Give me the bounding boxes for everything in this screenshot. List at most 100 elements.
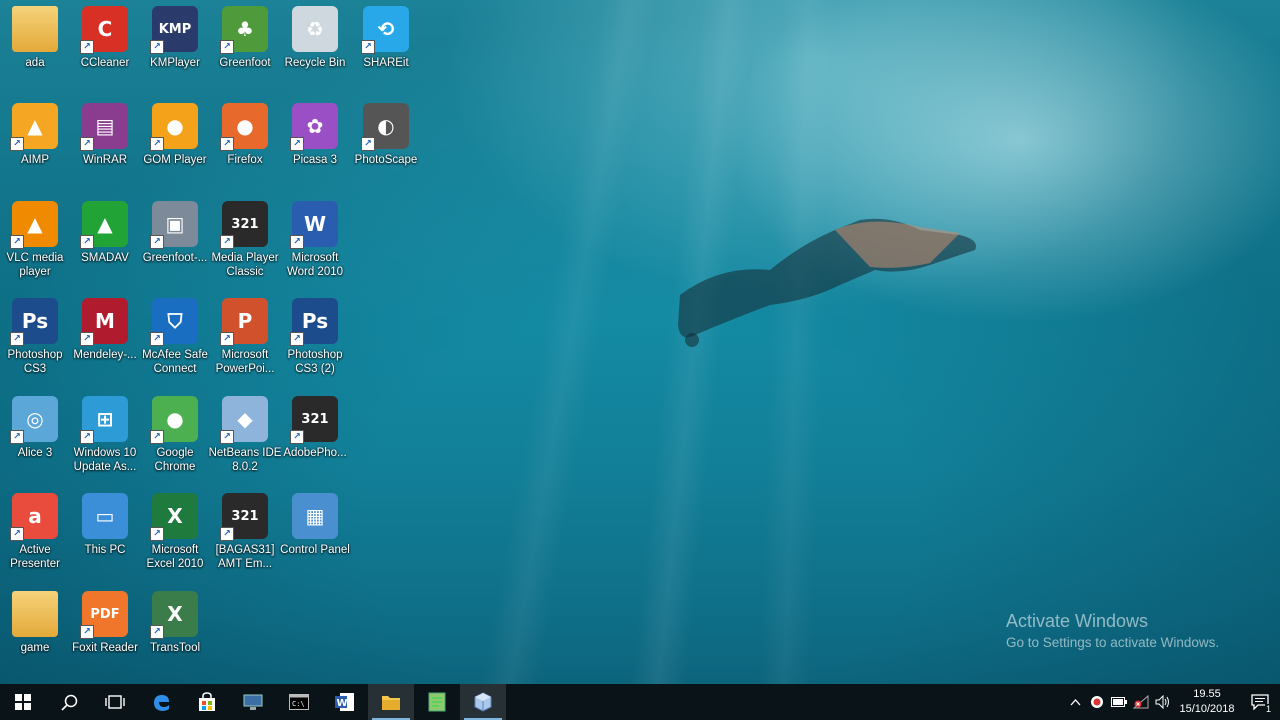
desktop-shortcut[interactable]: Ps ↗ Photoshop CS3	[0, 292, 70, 388]
shortcut-arrow-icon: ↗	[80, 137, 94, 151]
activate-windows-watermark: Activate Windows Go to Settings to activ…	[1006, 611, 1219, 650]
battery-button[interactable]	[1108, 684, 1130, 720]
word-icon: W ↗	[290, 201, 338, 249]
desktop-shortcut[interactable]: M ↗ Mendeley-...	[70, 292, 140, 388]
desktop-shortcut[interactable]: ● ↗ Firefox	[210, 97, 280, 193]
shortcut-arrow-icon: ↗	[150, 332, 164, 346]
greenfoot-icon: ♣ ↗	[220, 6, 268, 54]
desktop-shortcut[interactable]: ⊞ ↗ Windows 10 Update As...	[70, 390, 140, 486]
taskbar-word-button[interactable]: W	[322, 684, 368, 720]
shortcut-arrow-icon: ↗	[220, 137, 234, 151]
photoshop-icon: Ps ↗	[290, 298, 338, 346]
desktop-shortcut[interactable]: 321 ↗ AdobePho...	[280, 390, 350, 486]
show-hidden-icons-button[interactable]	[1064, 684, 1086, 720]
search-button[interactable]	[46, 684, 92, 720]
smadav-icon: ▲ ↗	[80, 201, 128, 249]
desktop-shortcut[interactable]: ▲ ↗ SMADAV	[70, 195, 140, 291]
shortcut-arrow-icon: ↗	[220, 40, 234, 54]
desktop-shortcut-label: Photoshop CS3	[7, 349, 63, 375]
winrar-icon: ▤ ↗	[80, 103, 128, 151]
desktop-shortcut[interactable]: ada	[0, 0, 70, 96]
desktop-shortcut-label: Media Player Classic	[211, 252, 279, 278]
action-center-button[interactable]: 1	[1240, 684, 1280, 720]
shortcut-arrow-icon: ↗	[290, 430, 304, 444]
desktop-shortcut-label: GOM Player	[143, 154, 207, 166]
desktop-shortcut-label: Foxit Reader	[72, 642, 138, 654]
desktop-shortcut[interactable]: ▤ ↗ WinRAR	[70, 97, 140, 193]
desktop-shortcut[interactable]: ● ↗ Google Chrome	[140, 390, 210, 486]
desktop-shortcut-label: SMADAV	[81, 252, 129, 264]
desktop-shortcut[interactable]: ⛉ ↗ McAfee Safe Connect	[140, 292, 210, 388]
network-button[interactable]	[1130, 684, 1152, 720]
battery-icon	[1111, 697, 1127, 707]
desktop-shortcut-label: Active Presenter	[10, 544, 60, 570]
desktop-shortcut-label: Microsoft Word 2010	[286, 252, 344, 278]
desktop-shortcut-label: KMPlayer	[150, 57, 200, 69]
desktop-shortcut[interactable]: ▦ Control Panel	[280, 487, 350, 583]
wallpaper-diver-image	[678, 218, 976, 347]
desktop-shortcut-label: Control Panel	[280, 544, 350, 556]
task-view-button[interactable]	[92, 684, 138, 720]
desktop-shortcut[interactable]: ♣ ↗ Greenfoot	[210, 0, 280, 96]
desktop-shortcut[interactable]: C ↗ CCleaner	[70, 0, 140, 96]
mendeley-icon: M ↗	[80, 298, 128, 346]
excel-icon: X ↗	[150, 493, 198, 541]
tray-record-button[interactable]	[1086, 684, 1108, 720]
desktop-shortcut[interactable]: X ↗ Microsoft Excel 2010	[140, 487, 210, 583]
desktop-shortcut[interactable]: ✿ ↗ Picasa 3	[280, 97, 350, 193]
alice-icon: ◎ ↗	[10, 396, 58, 444]
svg-text:C:\: C:\	[292, 700, 305, 708]
desktop-shortcut[interactable]: ▣ ↗ Greenfoot-...	[140, 195, 210, 291]
shortcut-arrow-icon: ↗	[290, 332, 304, 346]
desktop-shortcut[interactable]: PDF ↗ Foxit Reader	[70, 585, 140, 681]
taskbar-netbeans-button[interactable]	[460, 684, 506, 720]
desktop-shortcut[interactable]: ◆ ↗ NetBeans IDE 8.0.2	[208, 390, 282, 486]
clock[interactable]: 19.55 15/10/2018	[1174, 687, 1240, 717]
clock-date: 15/10/2018	[1179, 703, 1235, 715]
desktop-shortcut-label: PhotoScape	[354, 154, 418, 166]
taskbar-notepad-button[interactable]	[414, 684, 460, 720]
desktop-shortcut[interactable]: a ↗ Active Presenter	[0, 487, 70, 583]
shortcut-arrow-icon: ↗	[80, 430, 94, 444]
desktop-shortcut-label: NetBeans IDE 8.0.2	[208, 447, 282, 473]
volume-button[interactable]	[1152, 684, 1174, 720]
taskbar-remote-desktop-button[interactable]	[230, 684, 276, 720]
desktop-shortcut[interactable]: ● ↗ GOM Player	[140, 97, 210, 193]
taskbar-file-explorer-button[interactable]	[368, 684, 414, 720]
desktop-shortcut[interactable]: game	[0, 585, 70, 681]
desktop-shortcut[interactable]: 321 ↗ Media Player Classic	[210, 195, 280, 291]
desktop-shortcut[interactable]: P ↗ Microsoft PowerPoi...	[210, 292, 280, 388]
desktop-shortcut[interactable]: ▭ This PC	[70, 487, 140, 583]
desktop-shortcut-label: This PC	[84, 544, 126, 556]
notification-count: 1	[1264, 704, 1272, 714]
search-icon	[60, 694, 77, 711]
taskbar-terminal-button[interactable]: C:\	[276, 684, 322, 720]
firefox-icon: ● ↗	[220, 103, 268, 151]
shortcut-arrow-icon: ↗	[290, 235, 304, 249]
shortcut-arrow-icon: ↗	[10, 137, 24, 151]
shortcut-arrow-icon: ↗	[10, 430, 24, 444]
start-button[interactable]	[0, 684, 46, 720]
desktop-shortcut[interactable]: ▲ ↗ AIMP	[0, 97, 70, 193]
folder-icon	[382, 696, 400, 710]
kmplayer-icon: KMP ↗	[150, 6, 198, 54]
desktop-shortcut[interactable]: 321 ↗ [BAGAS31] AMT Em...	[210, 487, 280, 583]
desktop-shortcut[interactable]: KMP ↗ KMPlayer	[140, 0, 210, 96]
desktop-shortcut-label: game	[20, 642, 50, 654]
taskbar-edge-button[interactable]	[138, 684, 184, 720]
chrome-icon: ● ↗	[150, 396, 198, 444]
remote-desktop-icon	[243, 694, 263, 710]
desktop-shortcut[interactable]: Ps ↗ Photoshop CS3 (2)	[280, 292, 350, 388]
aimp-icon: ▲ ↗	[10, 103, 58, 151]
desktop-shortcut[interactable]: W ↗ Microsoft Word 2010	[280, 195, 350, 291]
desktop-shortcut[interactable]: ♻ Recycle Bin	[280, 0, 350, 96]
powerpoint-icon: P ↗	[220, 298, 268, 346]
desktop-shortcut[interactable]: ◎ ↗ Alice 3	[0, 390, 70, 486]
desktop-shortcut[interactable]: ▲ ↗ VLC media player	[0, 195, 70, 291]
shortcut-arrow-icon: ↗	[361, 137, 375, 151]
desktop-shortcut[interactable]: ⟲ ↗ SHAREit	[351, 0, 421, 96]
taskbar-store-button[interactable]	[184, 684, 230, 720]
desktop-shortcut[interactable]: ◐ ↗ PhotoScape	[351, 97, 421, 193]
desktop-shortcut-label: Greenfoot-...	[142, 252, 208, 264]
desktop-shortcut[interactable]: X ↗ TransTool	[140, 585, 210, 681]
